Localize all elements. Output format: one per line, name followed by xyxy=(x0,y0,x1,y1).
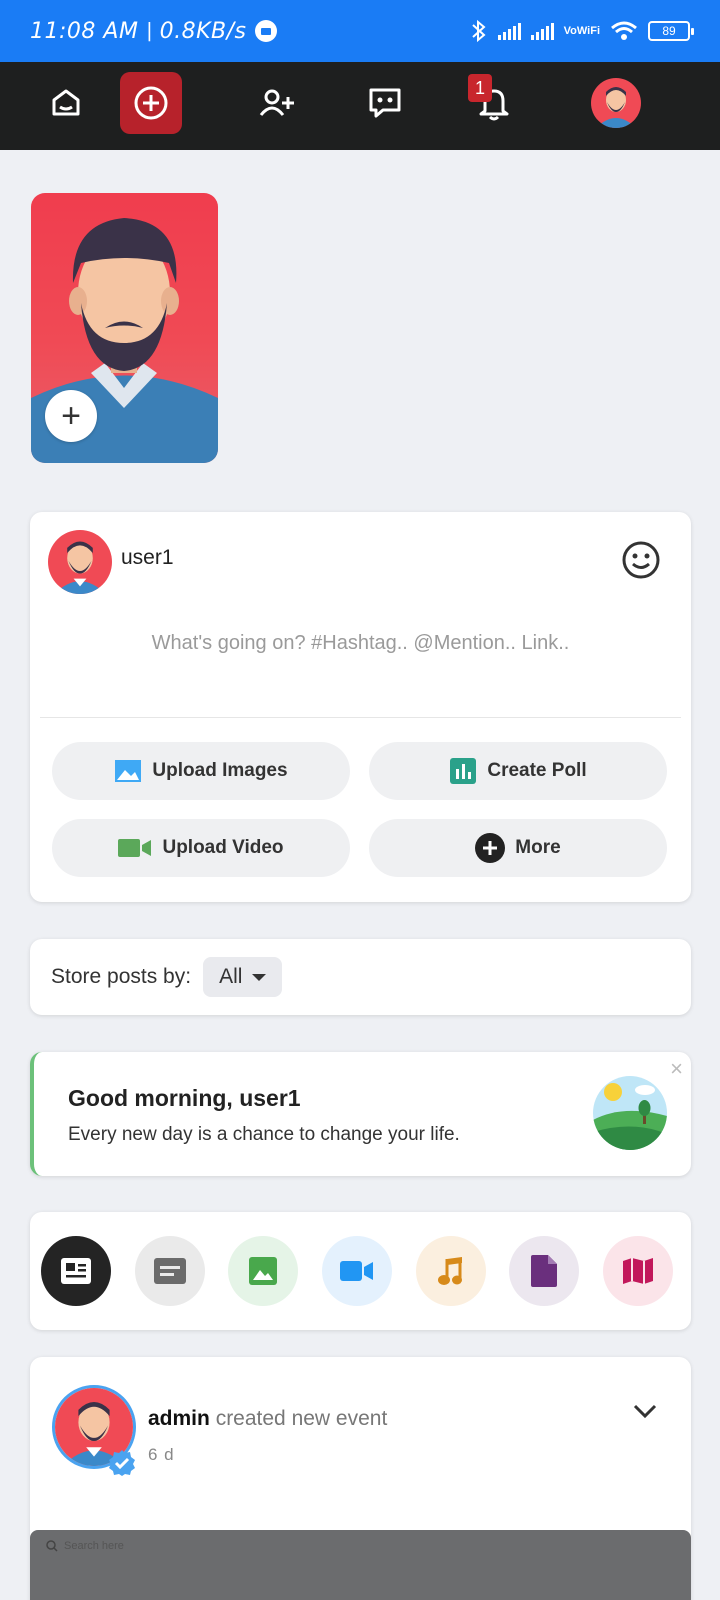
status-separator: | xyxy=(146,19,152,42)
screen-record-icon xyxy=(254,20,277,42)
greeting-message: Every new day is a chance to change your… xyxy=(68,1124,460,1145)
wifi-icon xyxy=(611,21,637,40)
post-composer: user1 What's going on? #Hashtag.. @Menti… xyxy=(30,512,691,902)
post-header: admin created new event xyxy=(148,1407,387,1431)
text-post-icon xyxy=(154,1258,186,1284)
close-icon[interactable]: × xyxy=(670,1056,683,1082)
video-camera-icon xyxy=(340,1261,373,1281)
post-type-filter xyxy=(30,1212,691,1330)
filter-videos-button[interactable] xyxy=(322,1236,392,1306)
composer-username: user1 xyxy=(121,546,174,569)
more-button[interactable]: More xyxy=(369,819,667,877)
search-placeholder: Search here xyxy=(64,1540,124,1552)
image-icon xyxy=(249,1257,277,1285)
filter-music-button[interactable] xyxy=(416,1236,486,1306)
post-input[interactable]: What's going on? #Hashtag.. @Mention.. L… xyxy=(30,632,691,655)
more-label: More xyxy=(515,837,561,858)
vowifi-icon: VoWiFi xyxy=(563,24,600,37)
map-icon xyxy=(623,1258,653,1284)
post-time: 6 d xyxy=(148,1445,175,1464)
add-user-icon xyxy=(259,89,294,116)
filter-all-button[interactable] xyxy=(41,1236,111,1306)
create-poll-button[interactable]: Create Poll xyxy=(369,742,667,800)
signal-icon xyxy=(497,22,521,40)
sort-dropdown[interactable]: All xyxy=(203,957,283,997)
upload-images-button[interactable]: Upload Images xyxy=(52,742,350,800)
profile-button[interactable] xyxy=(585,72,647,134)
greeting-card: Good morning, user1 Every new day is a c… xyxy=(30,1052,691,1176)
search-overlay: Search here xyxy=(30,1530,691,1600)
battery-icon: 89 xyxy=(648,21,694,41)
emoji-button[interactable] xyxy=(621,540,661,585)
sort-label: Store posts by: xyxy=(51,965,192,988)
music-note-icon xyxy=(438,1257,462,1285)
battery-level: 89 xyxy=(662,24,676,38)
greeting-title: Good morning, user1 xyxy=(68,1085,301,1111)
filter-images-button[interactable] xyxy=(228,1236,298,1306)
post-options-button[interactable] xyxy=(633,1403,657,1424)
plus-circle-icon xyxy=(475,833,506,863)
search-bar[interactable]: Search here xyxy=(46,1540,124,1552)
chevron-down-icon xyxy=(633,1404,657,1419)
video-camera-icon xyxy=(118,839,152,857)
status-bar: 11:08 AM | 0.8KB/s VoWiFi 89 xyxy=(0,0,720,62)
add-story-button[interactable]: + xyxy=(45,390,97,442)
filter-maps-button[interactable] xyxy=(603,1236,673,1306)
messages-icon xyxy=(369,88,401,118)
caret-down-icon xyxy=(252,973,267,981)
morning-landscape-icon xyxy=(593,1076,667,1150)
upload-images-label: Upload Images xyxy=(152,760,288,781)
notification-badge: 1 xyxy=(468,74,492,102)
sort-value: All xyxy=(219,965,243,988)
post-author[interactable]: admin xyxy=(148,1407,210,1430)
upload-video-label: Upload Video xyxy=(162,837,284,858)
image-icon xyxy=(115,760,142,782)
create-post-button[interactable] xyxy=(120,72,182,134)
avatar xyxy=(48,530,112,594)
avatar xyxy=(591,78,641,128)
top-nav xyxy=(0,62,720,150)
post-action: created new event xyxy=(215,1407,388,1430)
status-speed: 0.8KB/s xyxy=(159,18,247,44)
divider xyxy=(40,717,681,718)
newspaper-icon xyxy=(61,1258,91,1284)
filter-text-button[interactable] xyxy=(135,1236,205,1306)
search-icon xyxy=(46,1540,58,1552)
signal-icon xyxy=(530,22,554,40)
smiley-icon xyxy=(622,541,660,579)
upload-video-button[interactable]: Upload Video xyxy=(52,819,350,877)
sort-posts-bar: Store posts by: All xyxy=(30,939,691,1015)
bluetooth-icon xyxy=(471,19,486,43)
poll-icon xyxy=(450,758,477,784)
home-button[interactable] xyxy=(35,72,97,134)
add-friend-button[interactable] xyxy=(246,72,308,134)
messages-button[interactable] xyxy=(354,72,416,134)
create-poll-label: Create Poll xyxy=(487,760,587,781)
add-circle-icon xyxy=(134,86,168,120)
verified-badge-icon xyxy=(108,1449,136,1482)
file-icon xyxy=(531,1255,557,1287)
home-icon xyxy=(52,89,80,116)
filter-files-button[interactable] xyxy=(509,1236,579,1306)
status-time: 11:08 AM xyxy=(30,18,139,44)
